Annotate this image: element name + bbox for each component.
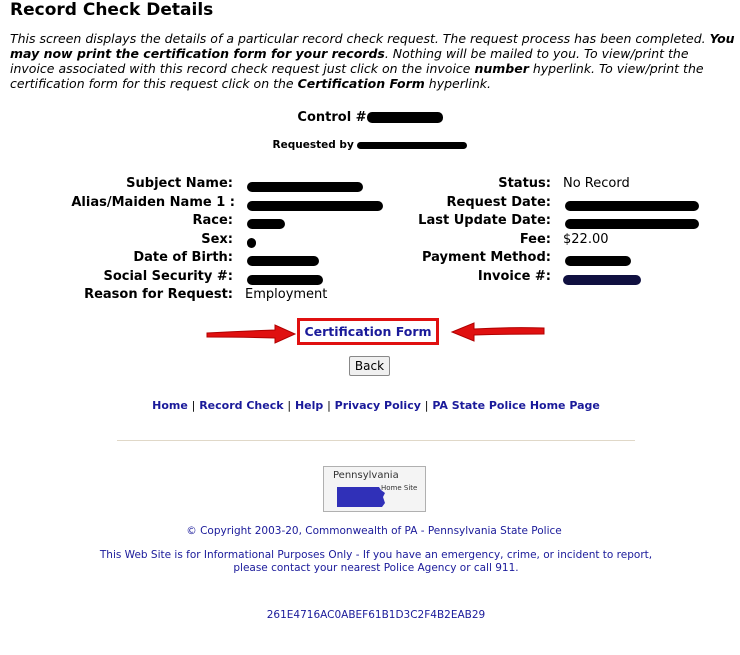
back-button[interactable]: Back — [349, 356, 390, 376]
nav-privacy-link[interactable]: Privacy Policy — [335, 399, 421, 412]
certification-form-link[interactable]: Certification Form — [304, 324, 431, 339]
intro-text: This screen displays the details of a pa… — [10, 31, 735, 91]
nav-home-link[interactable]: Home — [152, 399, 188, 412]
redacted-requester — [357, 141, 468, 149]
detail-reason: Reason for Request: Employment — [84, 287, 328, 302]
invoice-number-link[interactable] — [563, 274, 641, 285]
control-number: Control # — [0, 110, 740, 125]
nav-help-link[interactable]: Help — [295, 399, 323, 412]
detail-invoice[interactable]: Invoice #: — [0, 269, 740, 285]
certification-form-highlight: Certification Form — [297, 318, 439, 345]
page-title: Record Check Details — [10, 0, 214, 20]
redacted-update-date — [565, 218, 699, 229]
detail-payment-method: Payment Method: — [0, 250, 740, 266]
copyright: © Copyright 2003-20, Commonwealth of PA … — [186, 525, 562, 537]
detail-status: Status: No Record — [498, 176, 630, 191]
redacted-request-date — [565, 200, 699, 211]
nav-psp-home-link[interactable]: PA State Police Home Page — [432, 399, 600, 412]
detail-last-update: Last Update Date: — [0, 213, 740, 229]
nav-record-check-link[interactable]: Record Check — [199, 399, 283, 412]
arrow-right-icon — [206, 324, 297, 344]
session-hash: 261E4716AC0ABEF61B1D3C2F4B2EAB29 — [266, 609, 486, 621]
detail-request-date: Request Date: — [0, 195, 740, 211]
requested-by: Requested by — [0, 139, 740, 151]
redacted-control-value — [366, 112, 443, 123]
disclaimer: This Web Site is for Informational Purpo… — [99, 549, 653, 574]
arrow-left-icon — [450, 322, 545, 342]
detail-fee: Fee: $22.00 — [519, 232, 609, 247]
divider — [117, 440, 635, 441]
footer-nav: Home | Record Check | Help | Privacy Pol… — [152, 399, 600, 412]
redacted-payment — [565, 255, 631, 266]
pennsylvania-map-icon — [337, 487, 385, 507]
pennsylvania-home-site-logo[interactable]: Pennsylvania Home Site — [323, 466, 426, 512]
